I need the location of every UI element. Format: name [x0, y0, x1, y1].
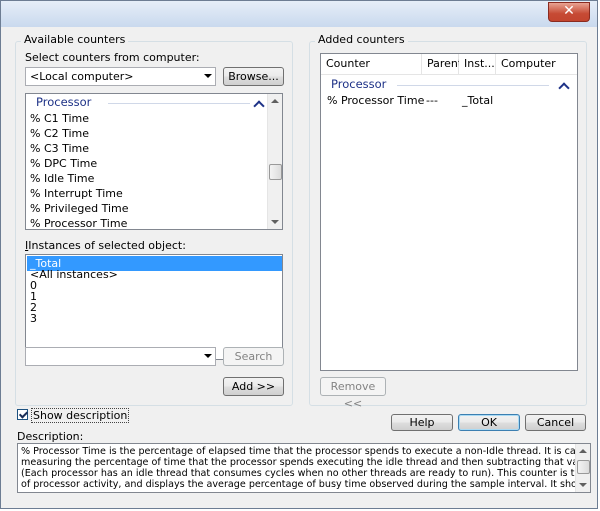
added-counter-name[interactable]: % Processor Time	[327, 93, 424, 108]
chevron-down-icon[interactable]	[204, 74, 212, 78]
category-processor[interactable]: Processor	[36, 95, 91, 110]
instances-listbox[interactable]: _Total <All instances> 0 1 2 3	[25, 254, 283, 360]
show-description-checkbox[interactable]	[17, 409, 28, 420]
counters-listbox[interactable]: Processor % C1 Time % C2 Time % C3 Time …	[25, 93, 283, 230]
collapse-chevron-icon[interactable]	[253, 100, 265, 112]
added-counters-list[interactable]: Counter Parent Inst... Computer Processo…	[320, 53, 578, 371]
close-button[interactable]: ✕	[548, 2, 590, 22]
added-counter-instance: _Total	[462, 94, 494, 107]
select-computer-label: Select counters from computer:	[25, 51, 200, 64]
search-combobox[interactable]	[25, 347, 216, 366]
description-line: % Processor Time is the percentage of el…	[21, 446, 591, 457]
counter-item[interactable]: % C3 Time	[30, 141, 89, 156]
remove-button[interactable]: Remove <<	[320, 377, 386, 410]
scroll-up-icon[interactable]	[271, 99, 279, 103]
title-bar: ✕	[1, 1, 597, 27]
counter-item-selected[interactable]: % Processor Time	[30, 216, 127, 229]
available-counters-label: Available counters	[21, 33, 129, 46]
browse-button[interactable]: Browse...	[223, 67, 284, 86]
scroll-up-icon[interactable]	[579, 449, 587, 453]
scroll-down-icon[interactable]	[579, 483, 587, 487]
description-scrollbar[interactable]	[575, 444, 590, 492]
add-button[interactable]: Add >>	[223, 377, 284, 396]
description-line: measuring the percentage of time that th…	[21, 457, 591, 468]
description-box[interactable]: % Processor Time is the percentage of el…	[17, 443, 591, 493]
description-line: (Each processor has an idle thread that …	[21, 468, 590, 479]
search-button[interactable]: Search	[223, 347, 284, 366]
add-counters-dialog: ✕ Available counters Select counters fro…	[0, 0, 598, 509]
counter-item[interactable]: % C1 Time	[30, 111, 89, 126]
chevron-down-icon[interactable]	[204, 354, 212, 358]
cancel-button[interactable]: Cancel	[525, 414, 586, 431]
ok-button[interactable]: OK	[458, 414, 520, 431]
column-header-computer[interactable]: Computer	[496, 54, 577, 74]
close-icon: ✕	[563, 3, 575, 19]
counter-item[interactable]: % DPC Time	[30, 156, 97, 171]
scroll-thumb[interactable]	[269, 164, 282, 180]
column-header-counter[interactable]: Counter	[321, 54, 422, 74]
added-category-processor[interactable]: Processor	[331, 77, 386, 92]
added-counters-label: Added counters	[315, 33, 408, 46]
help-button[interactable]: Help	[391, 414, 453, 431]
scroll-thumb[interactable]	[577, 460, 590, 474]
counters-scrollbar[interactable]	[267, 94, 282, 229]
counter-item[interactable]: % Privileged Time	[30, 201, 129, 216]
scroll-down-icon[interactable]	[271, 220, 279, 224]
added-counter-parent: ---	[426, 94, 438, 107]
description-label: Description:	[17, 430, 84, 443]
description-line: of processor activity, and displays the …	[21, 479, 590, 490]
computer-combobox[interactable]: <Local computer>	[25, 67, 216, 86]
header-divider	[321, 74, 577, 75]
instance-item[interactable]: <All instances>	[30, 267, 118, 282]
counter-item[interactable]: % Interrupt Time	[30, 186, 123, 201]
collapse-chevron-icon[interactable]	[558, 82, 570, 94]
column-header-instance[interactable]: Inst...	[459, 54, 496, 74]
computer-value: <Local computer>	[30, 70, 134, 83]
dialog-content: Available counters Select counters from …	[7, 27, 593, 504]
counter-item[interactable]: % C2 Time	[30, 126, 89, 141]
category-divider	[108, 103, 250, 104]
instances-label: IInstances of selected object:	[25, 239, 186, 252]
counter-item[interactable]: % Idle Time	[30, 171, 94, 186]
show-description-label[interactable]: Show description	[31, 408, 130, 423]
column-header-parent[interactable]: Parent	[422, 54, 462, 74]
instance-item[interactable]: 3	[30, 311, 37, 326]
added-category-divider	[397, 85, 549, 86]
